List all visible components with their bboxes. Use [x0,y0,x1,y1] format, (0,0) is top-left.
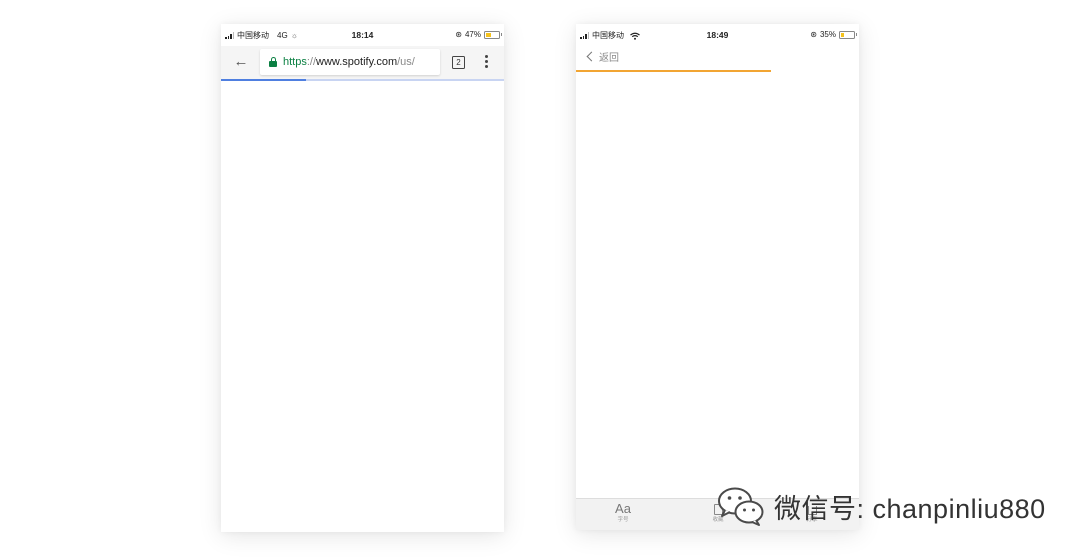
back-arrow-icon[interactable]: ← [233,54,249,69]
browser-toolbar: ← https://www.spotify.com/us/ 2 [221,46,504,79]
chevron-left-icon [586,51,597,62]
url-path: /us/ [397,56,415,68]
address-bar[interactable]: https://www.spotify.com/us/ [260,49,440,75]
wechat-logo-icon [718,487,764,526]
lock-icon [269,57,277,67]
page-content-blank [576,72,859,499]
screenshot-stage: 中国移动 4G ☼ 18:14 ⊛ 47% ← https://www.spot… [0,0,1080,559]
webview-nav-bar: 返回 [576,46,859,70]
font-size-button[interactable]: Aa 字号 [601,502,645,524]
tab-switcher-button[interactable]: 2 [452,56,465,69]
back-label: 返回 [599,53,619,64]
page-content-blank [221,81,504,532]
back-button[interactable]: 返回 [586,49,619,64]
url-host: www.spotify.com [316,56,398,68]
watermark: 微信号: chanpinliu880 [716,485,1046,527]
font-size-icon: Aa [615,501,631,516]
status-bar: 中国移动 4G ☼ 18:14 ⊛ 47% [221,24,504,46]
status-bar: 中国移动 18:49 ⊛ 35% [576,24,859,46]
status-right: ⊛ 35% [810,30,857,39]
battery-percent: 47% [464,30,481,39]
font-size-label: 字号 [617,517,629,523]
left-phone-screen: 中国移动 4G ☼ 18:14 ⊛ 47% ← https://www.spot… [221,24,504,532]
url-separator: :// [306,56,317,68]
watermark-text: 微信号: chanpinliu880 [774,493,1046,524]
orientation-lock-icon: ⊛ [455,30,462,39]
battery-icon [839,30,857,39]
orientation-lock-icon: ⊛ [810,30,817,39]
battery-percent: 35% [819,30,836,39]
more-menu-icon[interactable] [483,55,489,71]
url-scheme: https [283,56,307,68]
battery-icon [484,30,502,39]
status-right: ⊛ 47% [455,30,502,39]
right-phone-screen: 中国移动 18:49 ⊛ 35% 返回 Aa 字号 收藏 分享 [576,24,859,530]
